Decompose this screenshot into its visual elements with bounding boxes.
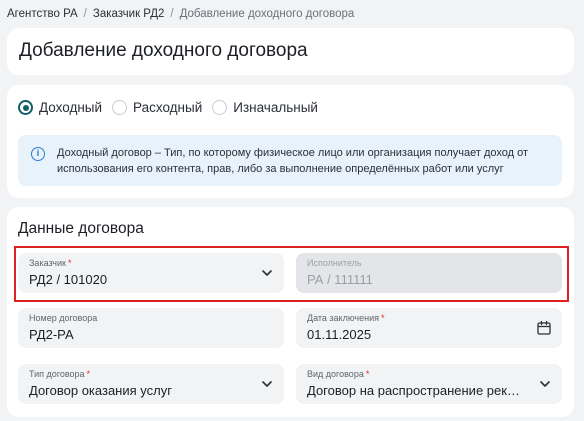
- contract-type-card: Доходный Расходный Изначальный i Доходны…: [7, 85, 574, 198]
- breadcrumb-customer[interactable]: Заказчик РД2: [93, 8, 165, 20]
- info-text: Доходный договор – Тип, по которому физи…: [57, 147, 529, 175]
- contract-number-label: Номер договора: [29, 313, 98, 323]
- breadcrumb-separator: /: [83, 8, 87, 20]
- radio-income-label: Доходный: [39, 100, 103, 115]
- highlight-box: [14, 246, 569, 302]
- required-mark: *: [86, 369, 91, 379]
- section-title: Данные договора: [18, 220, 144, 237]
- required-mark: *: [365, 369, 370, 379]
- radio-initial-label: Изначальный: [233, 100, 318, 115]
- breadcrumb-separator: /: [170, 8, 174, 20]
- breadcrumb-agency[interactable]: Агентство РА: [7, 8, 78, 20]
- conclusion-date-input[interactable]: Дата заключения * 01.11.2025: [296, 308, 562, 348]
- radio-expense-indicator[interactable]: [112, 100, 128, 115]
- contract-type-value: Договор оказания услуг: [29, 383, 172, 398]
- breadcrumb: Агентство РА / Заказчик РД2 / Добавление…: [7, 8, 354, 20]
- calendar-icon[interactable]: [536, 320, 552, 336]
- radio-income[interactable]: Доходный: [18, 100, 102, 115]
- page-title: Добавление доходного договора: [19, 40, 308, 61]
- contract-kind-value: Договор на распространение рек…: [307, 383, 520, 398]
- contract-type-label: Тип договора *: [29, 369, 91, 379]
- required-mark: *: [380, 313, 385, 323]
- radio-initial[interactable]: Изначальный: [212, 100, 318, 115]
- conclusion-date-label: Дата заключения *: [307, 313, 385, 323]
- radio-expense[interactable]: Расходный: [112, 100, 202, 115]
- contract-number-value[interactable]: РД2-РА: [29, 327, 254, 342]
- breadcrumb-current: Добавление доходного договора: [179, 8, 355, 20]
- info-icon: i: [31, 147, 45, 161]
- radio-expense-label: Расходный: [133, 100, 203, 115]
- contract-kind-select[interactable]: Вид договора * Договор на распространение…: [296, 364, 562, 404]
- title-card: Добавление доходного договора: [7, 28, 574, 75]
- radio-initial-indicator[interactable]: [212, 100, 228, 115]
- radio-income-indicator[interactable]: [18, 100, 33, 115]
- contract-data-card: Данные договора Заказчик * РД2 / 101020 И…: [7, 207, 574, 417]
- contract-type-radio-group: Доходный Расходный Изначальный: [18, 100, 318, 115]
- contract-type-select[interactable]: Тип договора * Договор оказания услуг: [18, 364, 284, 404]
- chevron-down-icon[interactable]: [260, 377, 274, 391]
- contract-number-input[interactable]: Номер договора РД2-РА: [18, 308, 284, 348]
- conclusion-date-value[interactable]: 01.11.2025: [307, 327, 532, 342]
- chevron-down-icon[interactable]: [538, 377, 552, 391]
- info-banner: i Доходный договор – Тип, по которому фи…: [18, 135, 562, 186]
- contract-kind-label: Вид договора *: [307, 369, 370, 379]
